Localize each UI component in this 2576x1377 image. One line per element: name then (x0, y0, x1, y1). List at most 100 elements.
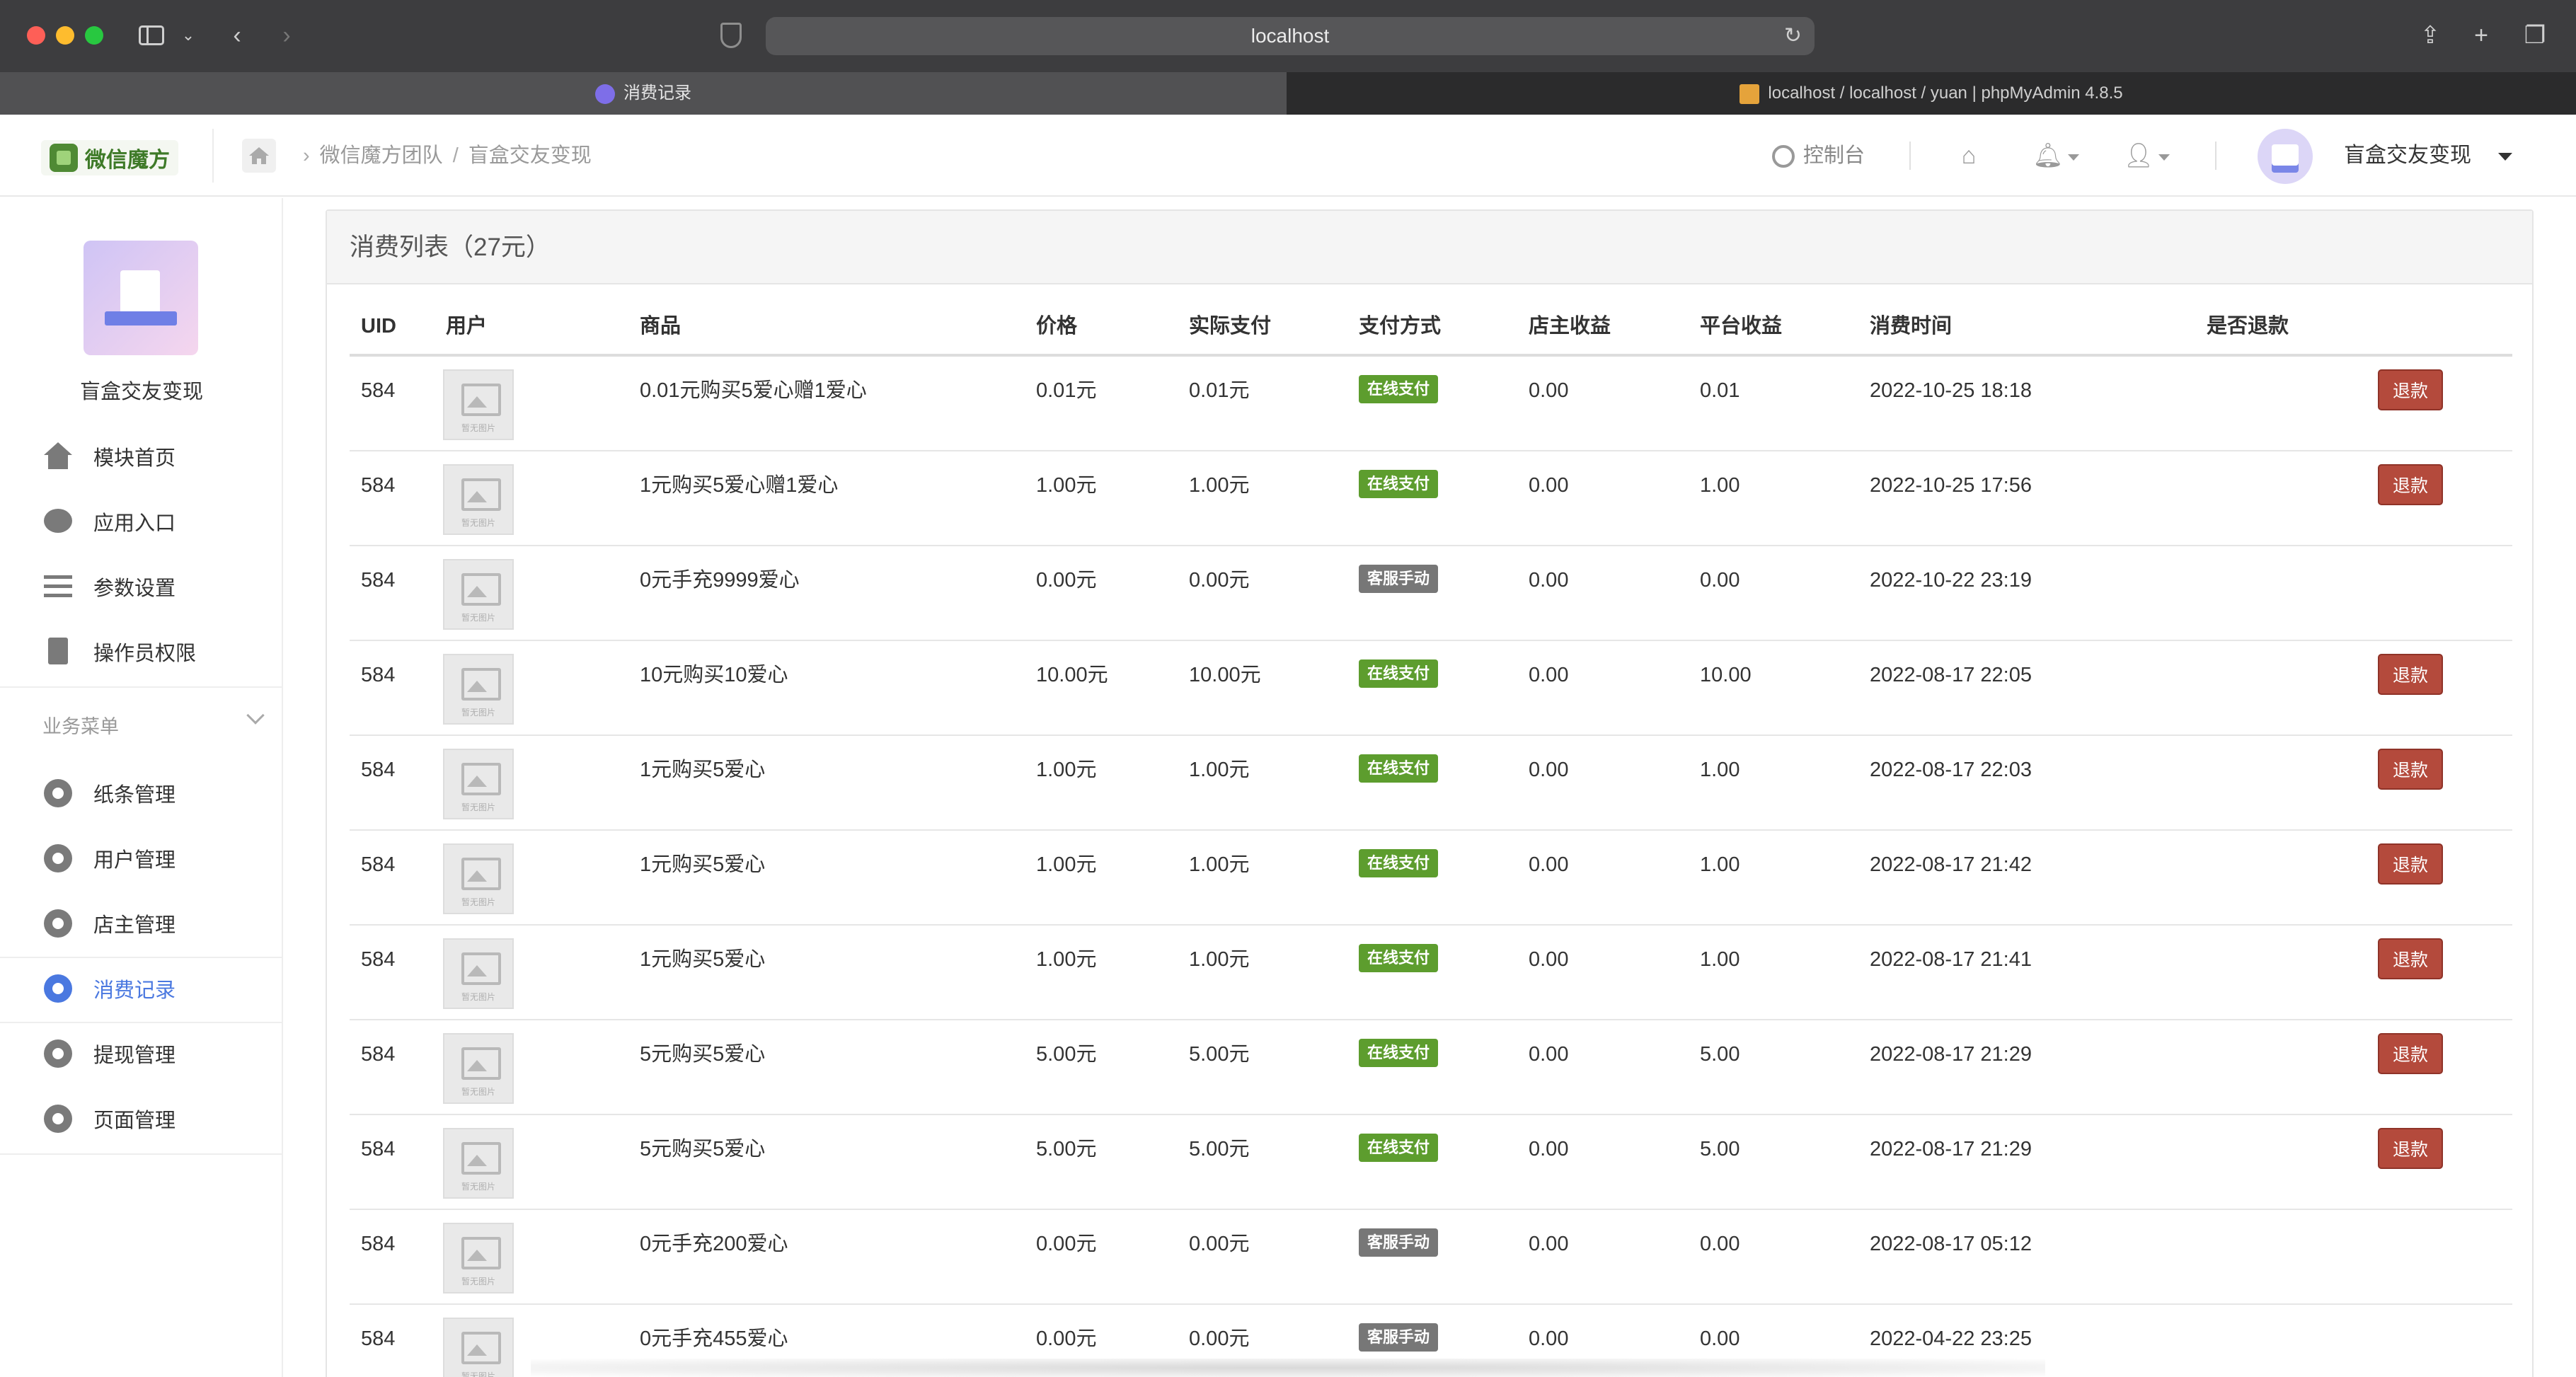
sidebar-item-withdrawals[interactable]: 提现管理 (0, 1022, 282, 1085)
sidebar-section-title[interactable]: 业务菜单 (42, 711, 119, 739)
column-header-owner-income: 店主收益 (1529, 315, 1611, 338)
cell-product: 10元购买10爱心 (640, 664, 788, 686)
close-window-button[interactable] (27, 26, 45, 45)
sidebar-item-label: 消费记录 (93, 979, 176, 1002)
cell-price: 1.00元 (1036, 759, 1097, 781)
panel-title: 消费列表（27元） (327, 211, 2532, 284)
minimize-window-button[interactable] (56, 26, 74, 45)
cell-price: 10.00元 (1036, 664, 1108, 686)
table-header: UID 用户 商品 价格 实际支付 支付方式 店主收益 平台收益 消费时间 是否… (350, 296, 2512, 357)
cell-uid: 584 (361, 1327, 396, 1350)
thumbnail-caption: 暂无图片 (461, 802, 495, 812)
tab-label: localhost / localhost / yuan | phpMyAdmi… (1768, 83, 2123, 103)
breadcrumb-item-module[interactable]: 盲盒交友变现 (468, 144, 592, 167)
console-link[interactable]: 控制台 (1772, 115, 1865, 197)
logo[interactable]: 微信魔方 (41, 140, 178, 175)
sidebar-item-pages[interactable]: 页面管理 (0, 1087, 282, 1151)
chevron-down-icon[interactable]: ⌄ (178, 18, 198, 52)
thumbnail-caption: 暂无图片 (461, 992, 495, 1002)
cell-uid: 584 (361, 664, 396, 686)
cell-time: 2022-08-17 21:29 (1870, 1138, 2032, 1160)
scroll-shadow (531, 1359, 2045, 1377)
maximize-window-button[interactable] (85, 26, 103, 45)
cell-platform-income: 5.00 (1700, 1138, 1740, 1160)
cell-uid: 584 (361, 474, 396, 497)
cell-actual-payment: 10.00元 (1189, 664, 1261, 686)
sidebar-item-consumption-records[interactable]: 消费记录 (0, 957, 282, 1020)
cell-time: 2022-08-17 22:05 (1870, 664, 2032, 686)
sidebar-item-users[interactable]: 用户管理 (0, 826, 282, 890)
sidebar-item-module-home[interactable]: 模块首页 (0, 425, 282, 488)
cell-owner-income: 0.00 (1529, 1327, 1569, 1350)
cell-time: 2022-08-17 21:41 (1870, 948, 2032, 971)
tab-consumption-records[interactable]: 消费记录 (0, 72, 1287, 115)
console-label: 控制台 (1803, 144, 1865, 167)
header-divider (212, 129, 214, 183)
user-thumbnail-image-icon: 暂无图片 (443, 1318, 514, 1377)
sidebar-item-notes[interactable]: 纸条管理 (0, 761, 282, 825)
cell-uid: 584 (361, 569, 396, 592)
gear-icon (44, 974, 72, 1003)
cell-platform-income: 1.00 (1700, 474, 1740, 497)
sidebar-item-parameters[interactable]: 参数设置 (0, 555, 282, 618)
chevron-down-icon[interactable] (246, 706, 265, 725)
refund-button[interactable]: 退款 (2378, 654, 2443, 695)
cell-actual-payment: 1.00元 (1189, 759, 1250, 781)
new-tab-icon[interactable]: + (2467, 18, 2495, 52)
consumption-panel: 消费列表（27元） UID 用户 商品 价格 实际支付 支付方式 店主收益 平台… (326, 209, 2534, 1377)
forward-icon[interactable]: › (275, 18, 299, 52)
thumbnail-caption: 暂无图片 (461, 613, 495, 623)
refund-button[interactable]: 退款 (2378, 749, 2443, 790)
sidebar-toggle-icon[interactable] (139, 25, 164, 45)
caret-down-icon[interactable] (2498, 153, 2512, 161)
tab-overview-icon[interactable]: ❐ (2521, 18, 2549, 52)
avatar[interactable] (2258, 129, 2313, 184)
cell-time: 2022-08-17 22:03 (1870, 759, 2032, 781)
payment-method-badge: 在线支付 (1359, 659, 1439, 688)
chat-icon (44, 507, 72, 536)
cube-logo-icon (50, 144, 78, 172)
home-icon[interactable] (242, 139, 276, 173)
home-icon (44, 442, 72, 471)
sidebar-item-app-entry[interactable]: 应用入口 (0, 490, 282, 553)
payment-method-badge: 在线支付 (1359, 470, 1439, 498)
share-icon[interactable]: ⇪ (2416, 18, 2444, 52)
column-header-payment-method: 支付方式 (1359, 315, 1442, 338)
cell-actual-payment: 5.00元 (1189, 1043, 1250, 1066)
cell-product: 0元手充455爱心 (640, 1327, 788, 1350)
cell-platform-income: 1.00 (1700, 853, 1740, 876)
refund-button[interactable]: 退款 (2378, 369, 2443, 410)
refund-button[interactable]: 退款 (2378, 843, 2443, 885)
refund-button[interactable]: 退款 (2378, 938, 2443, 979)
thumbnail-caption: 暂无图片 (461, 518, 495, 528)
payment-method-badge: 在线支付 (1359, 754, 1439, 783)
dashboard-icon (1772, 145, 1795, 168)
back-icon[interactable]: ‹ (225, 18, 249, 52)
thumbnail-caption: 暂无图片 (461, 1087, 495, 1097)
refund-button[interactable]: 退款 (2378, 464, 2443, 505)
sidebar-item-shop-owners[interactable]: 店主管理 (0, 892, 282, 955)
sidebar-item-label: 纸条管理 (93, 784, 176, 807)
cell-product: 0.01元购买5爱心赠1爱心 (640, 379, 867, 402)
cell-platform-income: 10.00 (1700, 664, 1752, 686)
column-header-actual-payment: 实际支付 (1189, 315, 1272, 338)
store-icon[interactable]: ⌂ (1953, 140, 1984, 171)
address-bar[interactable]: localhost ↻ (766, 17, 1815, 55)
user-thumbnail-image-icon: 暂无图片 (443, 938, 514, 1009)
sidebar-item-operator-permissions[interactable]: 操作员权限 (0, 620, 282, 684)
privacy-shield-icon[interactable] (720, 23, 742, 48)
tab-phpmyadmin[interactable]: localhost / localhost / yuan | phpMyAdmi… (1287, 72, 2576, 115)
breadcrumb-item-team[interactable]: 微信魔方团队 (320, 144, 443, 167)
reload-icon[interactable]: ↻ (1784, 17, 1802, 55)
header-separator (2215, 142, 2216, 170)
cell-product: 1元购买5爱心 (640, 759, 766, 781)
cell-product: 0元手充200爱心 (640, 1233, 788, 1255)
caret-down-icon (2067, 154, 2079, 161)
refund-button[interactable]: 退款 (2378, 1033, 2443, 1074)
tab-label: 消费记录 (623, 83, 691, 103)
cell-price: 0.00元 (1036, 569, 1097, 592)
refund-button[interactable]: 退款 (2378, 1128, 2443, 1169)
user-name[interactable]: 盲盒交友变现 (2344, 115, 2471, 197)
notification-bell-icon[interactable]: 🔔︎ (2031, 140, 2081, 171)
user-menu-icon[interactable]: 👤︎ (2122, 140, 2171, 171)
